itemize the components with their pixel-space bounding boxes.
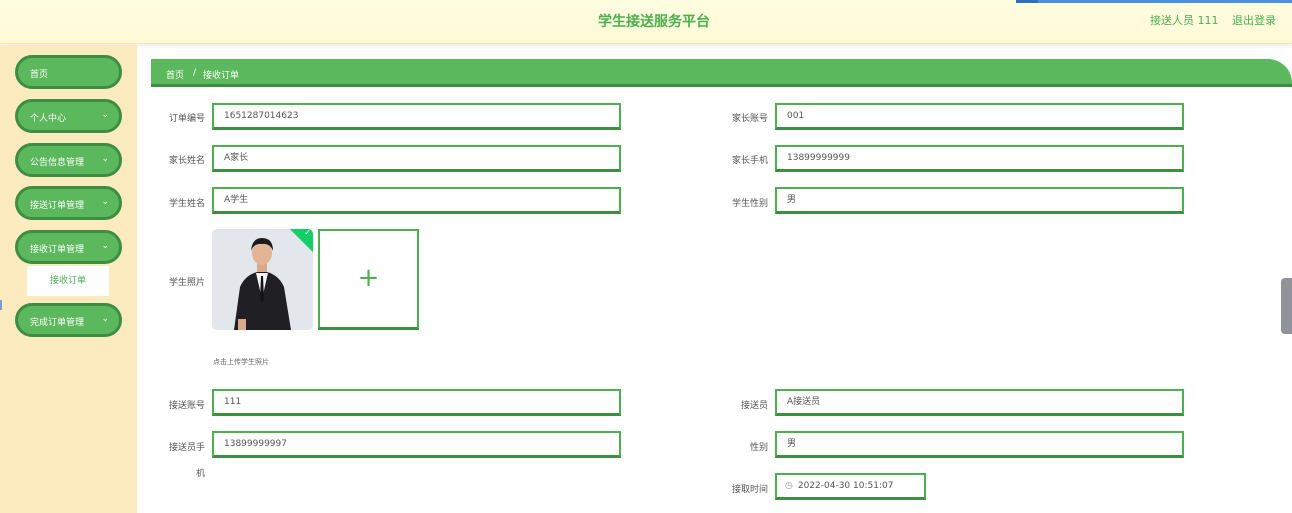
driver-name-field[interactable]: A接送员 [775,389,1184,416]
parent-phone-field[interactable]: 13899999999 [775,145,1184,172]
upload-photo-button[interactable]: + [318,229,419,330]
driver-name-label: 接送员 [740,401,768,411]
chevron-down-icon: ⌄ [101,314,109,324]
sidebar-item-announcements[interactable]: 公告信息管理 ⌄ [15,143,122,177]
sidebar-item-pickup-orders[interactable]: 接送订单管理 ⌄ [15,186,122,220]
parent-name-field[interactable]: A家长 [212,145,621,172]
check-icon: ✓ [304,229,311,237]
sidebar-item-label: 公告信息管理 [30,158,85,168]
upload-hint: 点击上传学生照片 [213,358,269,366]
left-edge-marker [0,300,2,310]
student-gender-label: 学生性别 [731,199,768,209]
sidebar-item-home[interactable]: 首页 [15,55,122,89]
driver-phone-field[interactable]: 13899999997 [212,431,621,458]
sidebar-item-label: 接送订单管理 [30,201,85,211]
driver-gender-field[interactable]: 男 [775,431,1184,458]
sidebar-item-label: 首页 [30,70,49,80]
student-name-field[interactable]: A学生 [212,187,621,214]
receive-time-field[interactable]: ◷ 2022-04-30 10:51:07 [775,473,926,500]
breadcrumb: 首页 / 接收订单 [151,59,1292,87]
receive-time-value: 2022-04-30 10:51:07 [797,481,894,491]
clock-icon: ◷ [785,481,793,491]
sidebar-item-label: 完成订单管理 [30,318,85,328]
student-gender-field[interactable]: 男 [775,187,1184,214]
plus-icon: + [357,263,380,293]
sidebar-item-personal-center[interactable]: 个人中心 ⌄ [15,99,122,133]
top-header: 学生接送服务平台 接送人员 111 退出登录 [0,0,1292,44]
sidebar-item-received-orders[interactable]: 接收订单管理 ⌄ [15,230,122,264]
parent-phone-label: 家长手机 [731,156,768,166]
order-no-field[interactable]: 1651287014623 [212,103,621,130]
student-photo-image [212,229,313,330]
sidebar: 首页 个人中心 ⌄ 公告信息管理 ⌄ 接送订单管理 ⌄ 接收订单管理 ⌄ 接收订… [0,45,137,513]
chevron-down-icon: ⌄ [101,110,109,120]
receive-time-label: 接取时间 [731,485,768,495]
driver-account-field[interactable]: 111 [212,389,621,416]
breadcrumb-current: 接收订单 [203,71,240,81]
driver-gender-label: 性别 [749,443,768,453]
order-no-label: 订单编号 [168,114,205,124]
breadcrumb-home[interactable]: 首页 [166,68,184,81]
chevron-down-icon: ⌄ [101,154,109,164]
parent-account-field[interactable]: 001 [775,103,1184,130]
driver-phone-label: 接送员手 [168,443,205,453]
student-photo[interactable]: ✓ [212,229,313,330]
logout-link[interactable]: 退出登录 [1232,12,1276,28]
side-collapse-tab[interactable] [1281,278,1292,334]
sidebar-subitem-received-order[interactable]: 接收订单 [27,266,109,296]
driver-phone-label-wrap: 机 [195,469,205,479]
sidebar-item-label: 接收订单管理 [30,245,85,255]
sidebar-item-label: 个人中心 [30,114,67,124]
top-progress-line [1016,0,1292,3]
chevron-down-icon: ⌄ [101,197,109,207]
parent-account-label: 家长账号 [731,114,768,124]
driver-account-label: 接送账号 [168,401,205,411]
site-title: 学生接送服务平台 [598,14,710,30]
student-photo-label: 学生照片 [168,278,205,288]
student-name-label: 学生姓名 [168,199,205,209]
breadcrumb-separator: / [193,68,197,78]
current-user: 接送人员 111 [1150,14,1219,27]
parent-name-label: 家长姓名 [168,156,205,166]
chevron-down-icon: ⌄ [101,241,109,251]
sidebar-item-completed-orders[interactable]: 完成订单管理 ⌄ [15,303,122,337]
